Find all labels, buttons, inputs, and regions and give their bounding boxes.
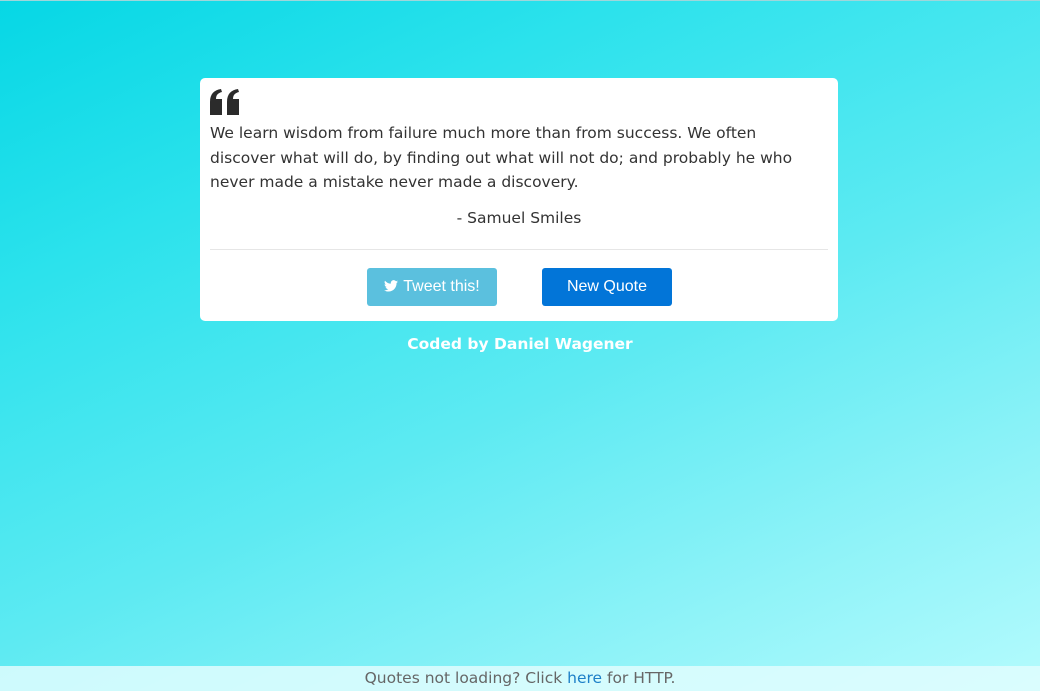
window-top-border xyxy=(0,0,1040,1)
new-quote-button[interactable]: New Quote xyxy=(542,268,672,306)
credit-text: Coded by Daniel Wagener xyxy=(407,335,633,353)
http-link[interactable]: here xyxy=(567,669,602,687)
footer-suffix: for HTTP. xyxy=(602,669,676,687)
divider xyxy=(210,249,828,250)
quote-left-icon xyxy=(210,89,239,115)
footer: Quotes not loading? Click here for HTTP. xyxy=(0,666,1040,691)
tweet-button-label: Tweet this! xyxy=(403,278,480,295)
footer-prefix: Quotes not loading? Click xyxy=(364,669,568,687)
quote-author: - Samuel Smiles xyxy=(456,209,582,227)
quote-text: We learn wisdom from failure much more t… xyxy=(210,124,793,191)
twitter-icon xyxy=(384,280,399,292)
tweet-button[interactable]: Tweet this! xyxy=(367,268,497,306)
quote-card: We learn wisdom from failure much more t… xyxy=(200,78,838,321)
